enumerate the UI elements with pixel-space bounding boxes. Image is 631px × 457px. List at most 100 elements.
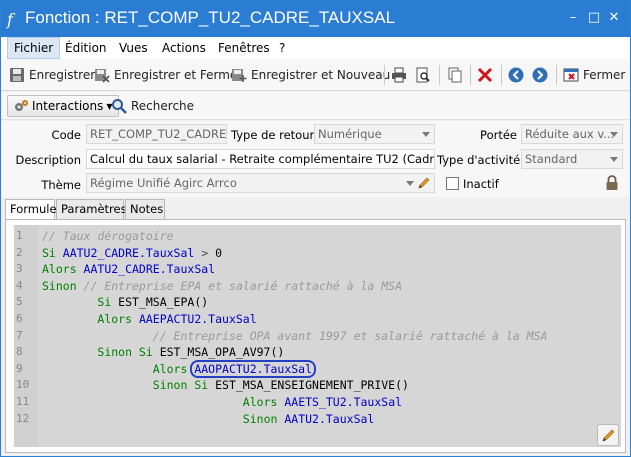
tab-parametres[interactable]: Paramètres <box>56 199 127 219</box>
menu-fenetres[interactable]: Fenêtres <box>212 37 276 59</box>
toolbar-separator <box>556 65 557 85</box>
window-title: Fonction : RET_COMP_TU2_CADRE_TAUXSAL <box>25 8 396 27</box>
code-keyword: Sinon Si <box>97 345 160 360</box>
return-type-select[interactable]: Numérique <box>314 124 435 144</box>
print-button[interactable] <box>391 64 411 86</box>
print-preview-button[interactable] <box>415 64 435 86</box>
code-field[interactable]: RET_COMP_TU2_CADRE_TA <box>86 124 227 144</box>
title-bar: f Fonction : RET_COMP_TU2_CADRE_TAUXSAL … <box>1 1 630 37</box>
code-token: 0 <box>215 245 223 260</box>
code-field-ref: AAETS_TU2.TauxSal <box>284 395 403 409</box>
maximize-button[interactable]: □ <box>587 11 601 25</box>
interactions-gears-icon <box>15 100 28 111</box>
theme-select[interactable]: Régime Unifié Agirc Arrco <box>86 173 435 193</box>
code-field-ref: AATU2_CADRE.TauxSal <box>83 262 216 277</box>
line-number: 6 <box>16 312 23 325</box>
scope-select[interactable]: Réduite aux v... <box>521 124 623 144</box>
edit-formula-button[interactable] <box>597 424 619 446</box>
save-new-button[interactable]: Enregistrer et Nouveau <box>231 64 390 86</box>
code-keyword: Alors <box>242 395 285 409</box>
menu-help[interactable]: ? <box>273 37 291 59</box>
code-keyword: Si <box>42 245 63 260</box>
close-window-button[interactable]: ✕ <box>607 11 621 25</box>
code-text: Si AATU2_CADRE.TauxSal > 0 <box>42 245 222 261</box>
copy-icon <box>448 67 462 83</box>
printer-icon <box>392 67 406 83</box>
line-number: 5 <box>16 295 23 309</box>
code-token: > <box>194 245 216 260</box>
arrow-left-circle-icon <box>508 67 524 83</box>
code-text: Alors AAEPACTU2.TauxSal <box>42 311 256 327</box>
search-button[interactable]: Recherche <box>111 95 194 117</box>
line-number: 11 <box>16 395 30 408</box>
line-number: 10 <box>16 378 30 392</box>
pencil-icon[interactable] <box>417 176 431 190</box>
save-new-label: Enregistrer et Nouveau <box>251 68 391 82</box>
theme-value: Régime Unifié Agirc Arrco <box>90 176 237 190</box>
interactions-dropdown[interactable]: Interactions ▼ <box>7 95 119 117</box>
function-icon: f <box>7 10 13 29</box>
toolbar-separator <box>384 65 385 85</box>
save-button[interactable]: Enregistrer <box>9 64 95 86</box>
code-text: Sinon Si EST_MSA_OPA_AV97() <box>42 344 284 360</box>
print-preview-icon <box>416 67 430 83</box>
code-keyword: Si <box>97 295 119 310</box>
floppy-disk-icon <box>10 68 24 82</box>
description-label: Description <box>15 153 82 167</box>
minimize-button[interactable]: – <box>566 11 580 25</box>
code-field-ref: AATU2_CADRE.TauxSal <box>62 245 195 260</box>
line-number: 1 <box>16 229 23 242</box>
code-text: Sinon AATU2.TauxSal <box>42 411 375 427</box>
lock-icon <box>606 175 618 190</box>
save-close-icon <box>95 69 110 83</box>
previous-button[interactable] <box>508 64 528 86</box>
copy-button[interactable] <box>447 64 467 86</box>
code-text: Sinon Si EST_MSA_ENSEIGNEMENT_PRIVE() <box>42 377 409 393</box>
inactive-label: Inactif <box>463 177 499 191</box>
line-number: 2 <box>16 245 23 259</box>
formula-editor[interactable]: 1 // Taux dérogatoire 2 Si AATU2_CADRE.Taux… <box>14 225 621 447</box>
inactive-checkbox[interactable] <box>446 177 459 190</box>
menu-actions[interactable]: Actions <box>156 37 212 59</box>
save-close-button[interactable]: Enregistrer et Fermer <box>94 64 242 86</box>
line-number: 4 <box>16 278 23 292</box>
menu-fichier[interactable]: Fichier <box>7 37 61 59</box>
code-comment: // Entreprise EPA et salarié rattaché à … <box>83 278 403 293</box>
line-number: 9 <box>16 361 23 375</box>
search-icon <box>112 99 127 114</box>
menu-edition[interactable]: Édition <box>59 37 113 59</box>
toolbar-separator <box>501 65 502 85</box>
scope-label: Portée <box>480 128 517 142</box>
code-line: 5 Si EST_MSA_EPA() <box>14 294 614 310</box>
code-comment: // Entreprise OPA avant 1997 et salarié … <box>152 328 548 343</box>
code-label: Code <box>51 128 81 142</box>
code-keyword: Alors <box>97 312 139 326</box>
close-button[interactable]: Fermer <box>563 64 625 86</box>
code-token: EST_MSA_EPA() <box>118 295 209 310</box>
code-comment: // Taux dérogatoire <box>42 229 174 243</box>
code-line: 6 Alors AAEPACTU2.TauxSal <box>14 311 614 327</box>
activity-type-select[interactable]: Standard <box>521 149 623 169</box>
save-new-icon <box>232 69 247 82</box>
menu-vues[interactable]: Vues <box>113 37 154 59</box>
code-line: 7 // Entreprise OPA avant 1997 et salari… <box>14 328 614 344</box>
code-line: 12 Sinon AATU2.TauxSal <box>14 411 614 427</box>
next-button[interactable] <box>532 64 552 86</box>
tab-formule[interactable]: Formule <box>5 199 57 220</box>
toolbar-separator <box>470 65 471 85</box>
chevron-down-icon <box>422 132 430 137</box>
delete-button[interactable] <box>477 64 497 86</box>
save-close-label: Enregistrer et Fermer <box>114 68 243 82</box>
description-field[interactable]: Calcul du taux salarial - Retraite compl… <box>86 149 435 169</box>
function-window: f Fonction : RET_COMP_TU2_CADRE_TAUXSAL … <box>0 0 631 457</box>
search-label: Recherche <box>131 99 195 113</box>
code-text: Alors AAETS_TU2.TauxSal <box>42 394 402 410</box>
tab-notes[interactable]: Notes <box>125 199 165 219</box>
